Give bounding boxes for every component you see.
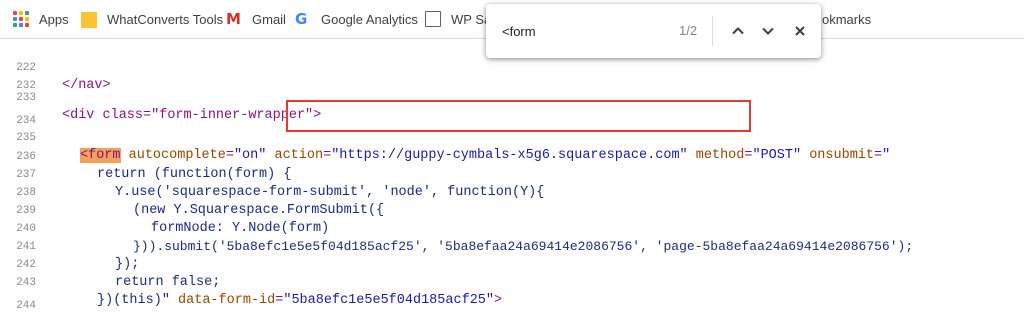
- code-text: })).submit('5ba8efc1e5e5f04d185acf25', '…: [133, 239, 914, 254]
- google-icon: G: [295, 10, 308, 28]
- source-line: 222 </nav>: [0, 41, 110, 93]
- close-icon: [795, 26, 805, 36]
- code-text: formNode: Y.Node(form): [151, 221, 330, 236]
- bookmark-label: Apps: [39, 11, 69, 27]
- page-source-view: 222 </nav> 232 233 <div class="form-inne…: [0, 39, 1024, 312]
- annotation-red-box: [286, 100, 751, 132]
- code-form-line: <form autocomplete="on" action="https://…: [80, 148, 891, 163]
- code-text: return false;: [115, 275, 221, 290]
- code-text: Y.use('squarespace-form-submit', 'node',…: [115, 185, 545, 200]
- source-line: 236 return (function(form) {: [0, 130, 291, 182]
- bookmark-google-analytics[interactable]: G Google Analytics: [295, 0, 418, 38]
- page-icon: [425, 11, 441, 27]
- bookmark-label: Google Analytics: [321, 11, 418, 27]
- bookmark-whatconverts-tools[interactable]: WhatConverts Tools: [81, 0, 223, 38]
- source-line: 238 (new Y.Squarespace.FormSubmit({: [0, 166, 384, 218]
- source-line: 233 <div class="form-inner-wrapper">: [0, 71, 321, 123]
- source-line: 244: [0, 279, 36, 312]
- bookmark-label: okmarks: [822, 11, 872, 27]
- bookmark-label: WhatConverts Tools: [107, 11, 224, 27]
- chevron-up-icon: [732, 27, 744, 35]
- source-line: 239 formNode: Y.Node(form): [0, 184, 329, 236]
- code-form-close-line: })(this)" data-form-id="5ba8efc1e5e5f04d…: [97, 293, 503, 308]
- chevron-down-icon: [762, 27, 774, 35]
- apps-grid-icon: [13, 11, 29, 27]
- line-number: 244: [16, 300, 36, 312]
- source-line: 240 })).submit('5ba8efc1e5e5f04d185acf25…: [0, 202, 913, 254]
- source-line: 243 })(this)" data-form-id="5ba8efc1e5e5…: [0, 256, 502, 308]
- code-text: (new Y.Squarespace.FormSubmit({: [133, 203, 385, 218]
- code-text: });: [115, 257, 140, 272]
- folder-icon: [81, 12, 97, 28]
- bookmark-wp[interactable]: WP Sa: [425, 0, 491, 38]
- bookmark-other-bookmarks[interactable]: okmarks: [822, 0, 871, 38]
- gmail-icon: M: [226, 10, 241, 28]
- bookmark-apps[interactable]: Apps: [13, 0, 69, 38]
- find-match-count: 1/2: [679, 23, 698, 38]
- source-line: 242 return false;: [0, 238, 220, 290]
- code-text: return (function(form) {: [97, 167, 292, 182]
- bookmark-label: Gmail: [252, 11, 286, 27]
- source-line: 237 Y.use('squarespace-form-submit', 'no…: [0, 148, 544, 200]
- source-line: 241 });: [0, 220, 139, 272]
- find-input[interactable]: [502, 21, 672, 41]
- code-text: </nav>: [62, 78, 111, 93]
- source-line: 234: [0, 94, 36, 127]
- find-match-highlight: <form: [80, 148, 121, 163]
- bookmark-gmail[interactable]: M Gmail: [226, 0, 286, 38]
